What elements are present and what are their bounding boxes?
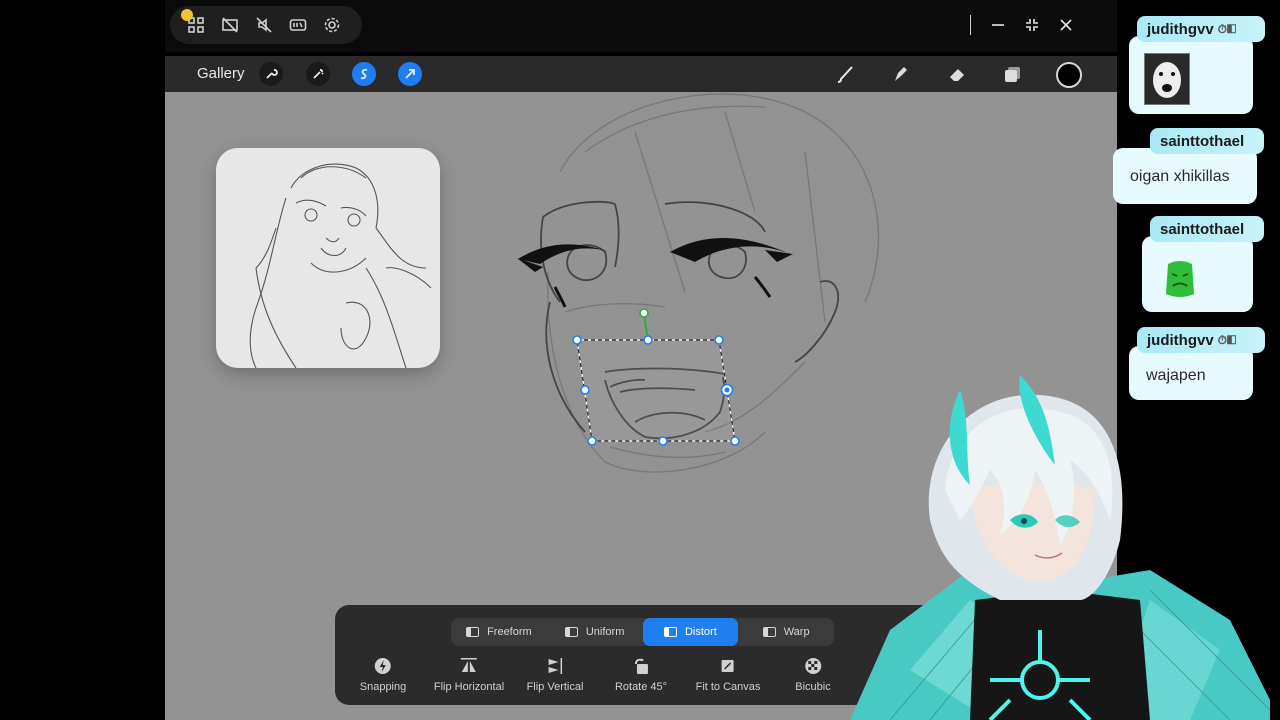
- chat-message: oigan xhikillas: [1113, 148, 1257, 204]
- window-controls: [970, 10, 1073, 40]
- mute-icon[interactable]: [254, 15, 274, 35]
- flip-horizontal-button[interactable]: Flip Horizontal: [434, 657, 504, 693]
- bicubic-icon: [805, 658, 821, 674]
- tool-label: Flip Horizontal: [433, 681, 505, 693]
- chat-username: sainttothael: [1150, 216, 1264, 242]
- uniform-icon: [564, 627, 578, 637]
- fit-to-canvas-button[interactable]: Fit to Canvas: [695, 657, 761, 693]
- settings-icon[interactable]: [322, 15, 342, 35]
- system-control-pill: [170, 6, 362, 44]
- dog-emote: [1144, 53, 1190, 105]
- mode-label: Freeform: [487, 626, 532, 638]
- mode-distort[interactable]: Distort: [642, 618, 739, 646]
- chat-message: [1142, 236, 1253, 312]
- mode-freeform[interactable]: Freeform: [451, 618, 547, 646]
- restore-icon[interactable]: [1025, 18, 1039, 32]
- transform-selection-box: [572, 308, 740, 446]
- reference-sketch: [249, 163, 432, 368]
- transform-tools: Snapping Flip Horizontal Flip Vertical R…: [335, 657, 935, 701]
- apps-icon[interactable]: [181, 9, 206, 35]
- magic-wand-icon[interactable]: [306, 62, 330, 86]
- mode-label: Uniform: [585, 626, 625, 638]
- chat-username: sainttothael: [1150, 128, 1264, 154]
- lightning-icon: [375, 658, 391, 674]
- wrench-icon[interactable]: [259, 62, 283, 86]
- mode-warp[interactable]: Warp: [738, 618, 834, 646]
- mode-uniform[interactable]: Uniform: [547, 618, 643, 646]
- reference-image[interactable]: [216, 148, 440, 368]
- smudge-icon[interactable]: [887, 60, 915, 88]
- recording-indicator: [181, 9, 193, 21]
- app-toolbar: Gallery: [165, 56, 1117, 92]
- green-sick-emote: [1162, 258, 1198, 300]
- tool-label: Rotate 45°: [614, 681, 668, 693]
- rotate-45-button[interactable]: Rotate 45°: [615, 657, 667, 693]
- hdr-icon[interactable]: [288, 15, 308, 35]
- chat-username: judithgvv ⏱◧: [1137, 16, 1265, 42]
- snapping-button[interactable]: Snapping: [359, 657, 407, 693]
- username: judithgvv: [1147, 331, 1214, 349]
- window-separator: [970, 15, 971, 35]
- freeform-icon: [466, 627, 480, 637]
- layers-icon[interactable]: [999, 60, 1027, 88]
- close-icon[interactable]: [1059, 18, 1073, 32]
- tool-label: Bicubic: [795, 681, 831, 693]
- mode-label: Distort: [684, 626, 717, 638]
- flip-vertical-button[interactable]: Flip Vertical: [526, 657, 584, 693]
- screen: Gallery Freeform Uniform Distort Warp Sn…: [0, 0, 1280, 720]
- username: sainttothael: [1160, 132, 1245, 150]
- tool-label: Flip Vertical: [526, 681, 584, 693]
- flip-vertical-icon: [548, 658, 563, 674]
- screen-off-icon[interactable]: [220, 15, 240, 35]
- eraser-icon[interactable]: [943, 60, 971, 88]
- tool-label: Fit to Canvas: [695, 681, 761, 693]
- brush-icon[interactable]: [831, 60, 859, 88]
- fit-canvas-icon: [722, 660, 734, 672]
- color-swatch[interactable]: [1056, 62, 1082, 88]
- user-badges-icon: ⏱◧: [1217, 21, 1237, 36]
- warp-icon: [762, 627, 776, 637]
- minimize-icon[interactable]: [991, 18, 1005, 32]
- selection-icon[interactable]: [352, 62, 376, 86]
- username: sainttothael: [1160, 220, 1245, 238]
- vtuber-avatar: [850, 375, 1270, 720]
- gallery-button[interactable]: Gallery: [197, 65, 245, 82]
- mode-label: Warp: [783, 626, 810, 638]
- distort-icon: [663, 627, 677, 637]
- message-text: oigan xhikillas: [1130, 168, 1230, 185]
- username: judithgvv: [1147, 20, 1214, 38]
- user-badges-icon: ⏱◧: [1217, 332, 1237, 347]
- bicubic-button[interactable]: Bicubic: [795, 657, 831, 693]
- transform-panel: Freeform Uniform Distort Warp Snapping F…: [335, 605, 935, 705]
- transform-arrow-icon[interactable]: [398, 62, 422, 86]
- tool-label: Snapping: [359, 681, 407, 693]
- transform-mode-selector: Freeform Uniform Distort Warp: [451, 618, 834, 646]
- flip-horizontal-icon: [461, 658, 477, 672]
- rotate-icon: [634, 658, 648, 674]
- chat-message: [1129, 36, 1253, 114]
- chat-username: judithgvv ⏱◧: [1137, 327, 1265, 353]
